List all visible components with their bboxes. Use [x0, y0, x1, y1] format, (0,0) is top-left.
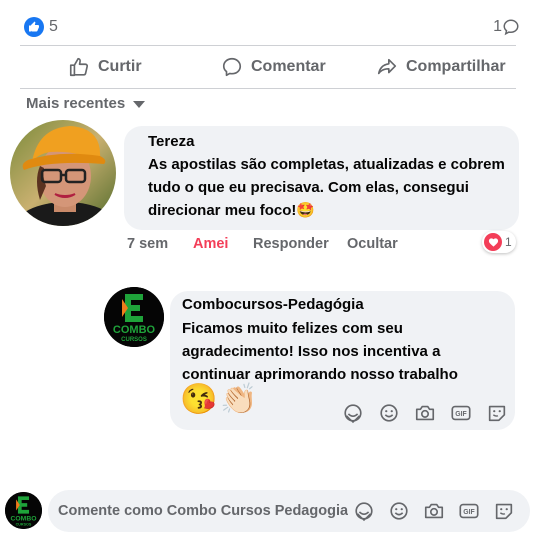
hide-label: Ocultar [347, 236, 398, 252]
camera-icon[interactable] [414, 402, 436, 424]
reply-text: Ficamos muito felizes com seu agradecime… [182, 320, 458, 383]
svg-text:GIF: GIF [455, 411, 466, 418]
clap-emoji: 👏🏻 [220, 383, 258, 416]
divider-bottom [20, 88, 516, 89]
svg-text:GIF: GIF [463, 509, 474, 516]
avatar-tereza[interactable] [10, 120, 116, 226]
composer-gif-icon[interactable]: GIF [458, 500, 480, 522]
logo-text-bottom: CURSOS [121, 337, 147, 343]
avatar-sticker-icon[interactable] [486, 402, 508, 424]
divider-top [20, 45, 516, 46]
composer-emoji-icon[interactable] [388, 500, 410, 522]
reaction-count[interactable]: 5 [49, 18, 58, 36]
composer-toolbar: GIF [353, 500, 515, 522]
emoji-icon[interactable] [378, 402, 400, 424]
reaction-button[interactable]: Amei [193, 236, 228, 252]
gif-icon[interactable]: GIF [450, 402, 472, 424]
kiss-emoji: 😘 [180, 383, 218, 416]
comment-time-label: 7 sem [127, 236, 169, 252]
comment-time[interactable]: 7 sem [127, 236, 168, 252]
reply-emojis: 😘 👏🏻 [180, 382, 258, 418]
heart-icon [484, 233, 502, 251]
composer-logo-text-top: COMBO [11, 515, 37, 522]
composer-avatar-sticker-icon[interactable] [493, 500, 515, 522]
comment-count[interactable]: 1 [493, 18, 502, 36]
comment-author[interactable]: Tereza [148, 133, 505, 151]
composer-logo-text-bottom: CURSOS [16, 522, 32, 526]
composer-sticker-icon[interactable] [353, 500, 375, 522]
logo-text-top: COMBO [113, 324, 156, 336]
comment-label: Comentar [251, 58, 326, 75]
reply-author[interactable]: Combocursos-Pedagógia [182, 296, 503, 314]
reply-toolbar: GIF [342, 402, 508, 424]
share-label: Compartilhar [406, 58, 506, 75]
sticker-icon[interactable] [342, 402, 364, 424]
reply-button[interactable]: Responder [253, 236, 329, 252]
comment-reaction-count: 1 [505, 235, 512, 249]
comment-composer[interactable]: GIF [48, 490, 530, 532]
like-reaction-icon[interactable] [24, 17, 44, 37]
composer-camera-icon[interactable] [423, 500, 445, 522]
comment-input[interactable] [58, 490, 348, 532]
comment-text: As apostilas são completas, atualizadas … [148, 156, 505, 219]
avatar-combocursos[interactable]: COMBO CURSOS [104, 287, 164, 347]
like-label: Curtir [98, 58, 142, 75]
comment-count-icon[interactable] [502, 18, 520, 36]
reply-label: Responder [253, 236, 329, 252]
hide-button[interactable]: Ocultar [347, 236, 398, 252]
sort-dropdown[interactable]: Mais recentes [26, 95, 146, 112]
comment-button[interactable]: Comentar [221, 54, 326, 80]
sort-label: Mais recentes [26, 95, 126, 112]
comment-icon [222, 57, 242, 77]
comment-reactions[interactable]: 1 [482, 231, 516, 253]
like-button[interactable]: Curtir [68, 54, 142, 80]
caret-down-icon [133, 101, 146, 108]
reaction-label: Amei [193, 236, 229, 252]
share-button[interactable]: Compartilhar [376, 54, 506, 80]
composer-avatar[interactable]: COMBO CURSOS [5, 492, 42, 529]
like-icon [69, 57, 89, 77]
comment-bubble: Tereza As apostilas são completas, atual… [124, 126, 519, 230]
share-icon [377, 58, 397, 75]
